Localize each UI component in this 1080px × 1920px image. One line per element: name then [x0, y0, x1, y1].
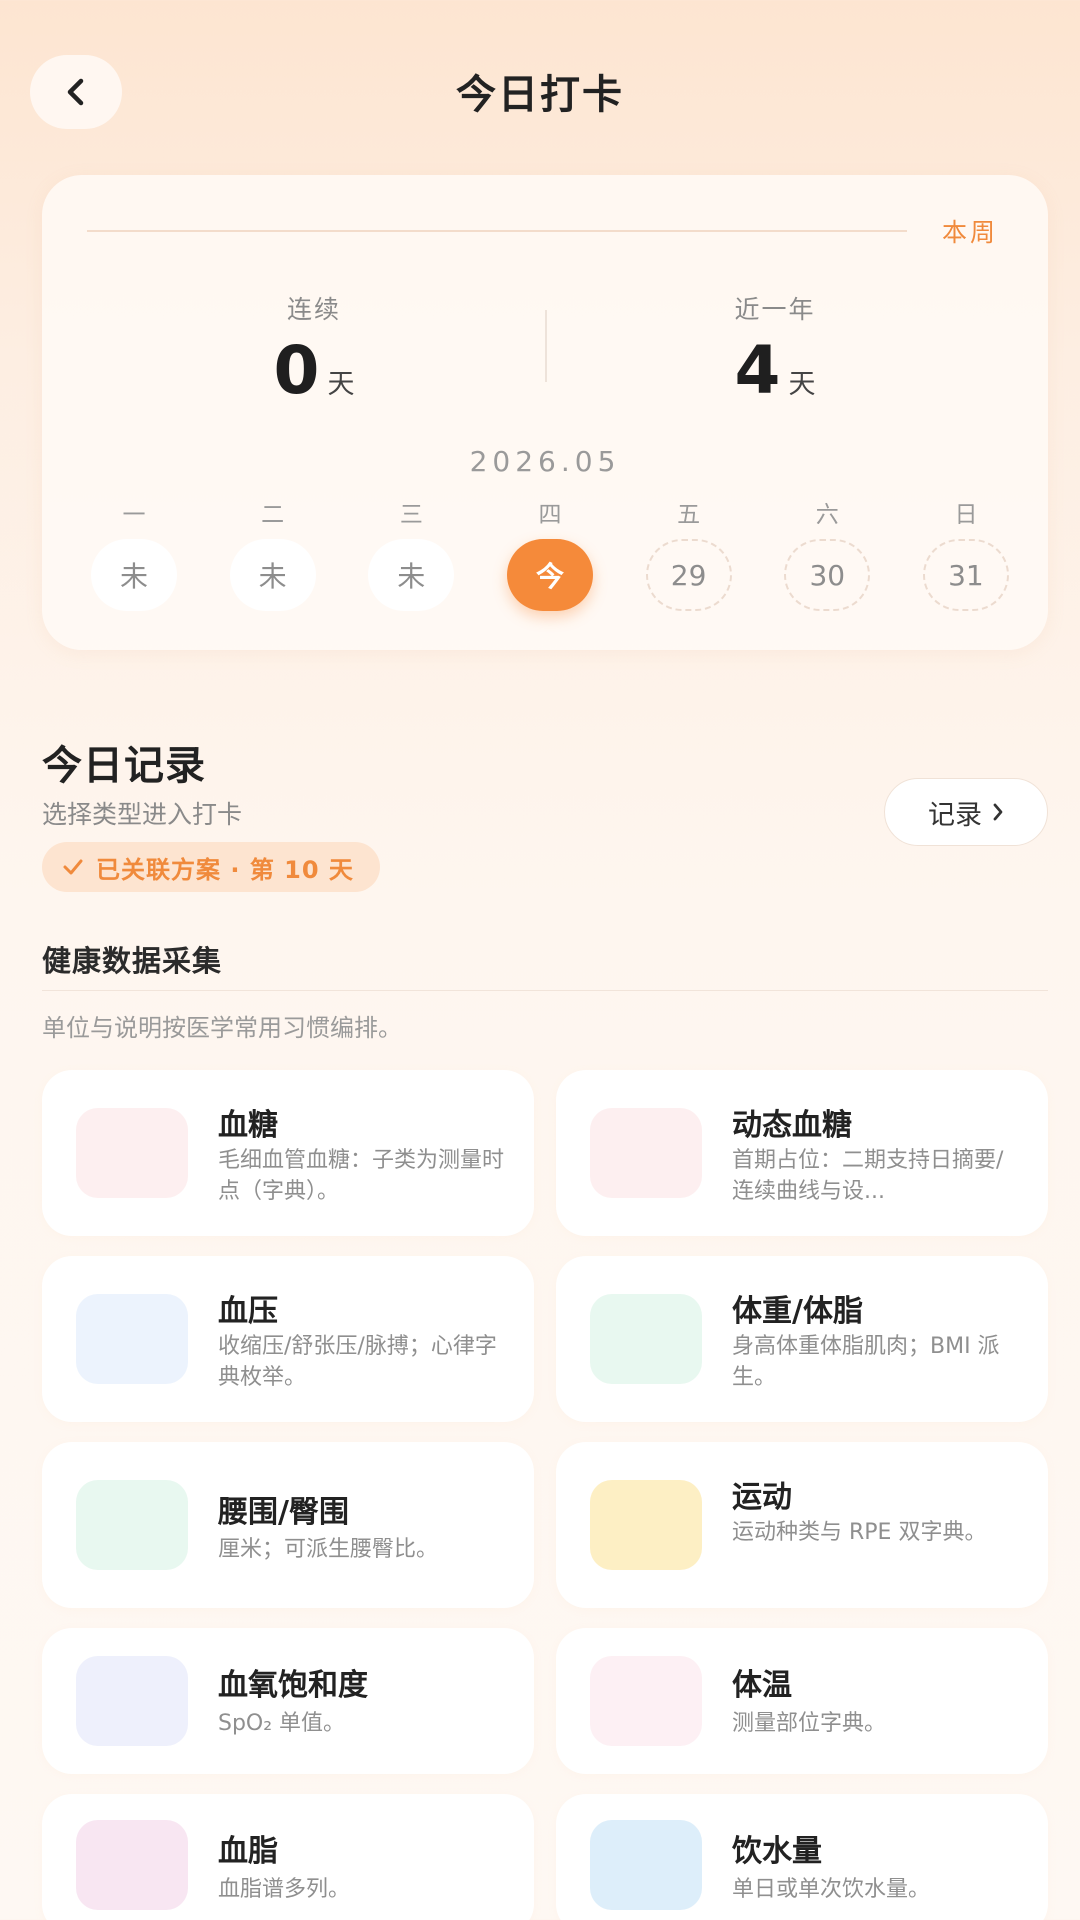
blood-lipids-icon: [76, 1820, 188, 1910]
tile-title: 动态血糖: [732, 1108, 852, 1143]
tile-desc: 身高体重体脂肌肉；BMI 派生。: [732, 1334, 1000, 1390]
chevron-right-icon: [993, 803, 1003, 821]
tile-blood-lipids[interactable]: 血脂 血脂谱多列。: [42, 1794, 534, 1920]
consecutive-stat: 连续 0 天: [164, 290, 464, 409]
month-label: 2026.05: [469, 445, 621, 478]
day-cell[interactable]: 29: [645, 539, 732, 611]
tile-blood-pressure[interactable]: 血压 收缩压/舒张压/脉搏；心律字典枚举。: [42, 1256, 534, 1422]
day-name: 一: [122, 502, 146, 528]
week-calendar: 一 未 二 未 三 未 四 今 五 29 六 30 日 31: [88, 495, 1012, 611]
blood-glucose-icon: [76, 1108, 188, 1198]
day-column: 一 未: [88, 495, 180, 611]
tile-blood-glucose[interactable]: 血糖 毛细血管血糖：子类为测量时点（字典）。: [42, 1070, 534, 1236]
day-name: 六: [815, 502, 839, 528]
streak-card: 本周 连续 0 天 近一年 4 天 2026.05 一 未 二 未 三 未 四 …: [42, 175, 1048, 650]
divider: [87, 230, 907, 232]
tile-title: 运动: [732, 1480, 792, 1515]
tile-title: 血压: [218, 1294, 278, 1329]
tile-desc: 厘米；可派生腰臀比。: [218, 1537, 439, 1562]
section-title: 健康数据采集: [42, 944, 223, 978]
tile-cgm[interactable]: 动态血糖 首期占位：二期支持日摘要/连续曲线与设...: [556, 1070, 1048, 1236]
day-name: 四: [538, 502, 562, 528]
day-cell[interactable]: 31: [922, 539, 1009, 611]
record-button-label: 记录: [928, 799, 982, 831]
tile-title: 饮水量: [732, 1834, 822, 1869]
tile-desc: 首期占位：二期支持日摘要/连续曲线与设...: [732, 1148, 1004, 1204]
year-stat: 近一年 4 天: [625, 290, 925, 409]
day-cell[interactable]: 未: [91, 539, 177, 611]
tile-water-intake[interactable]: 饮水量 单日或单次饮水量。: [556, 1794, 1048, 1920]
day-name: 三: [399, 502, 423, 528]
tile-title: 血糖: [218, 1108, 278, 1143]
day-cell[interactable]: 未: [368, 539, 455, 611]
day-cell[interactable]: 30: [784, 539, 871, 611]
cgm-icon: [590, 1108, 702, 1198]
tile-desc: SpO₂ 单值。: [218, 1711, 346, 1736]
weight-icon: [590, 1294, 702, 1384]
check-icon: [63, 859, 83, 875]
plan-badge-label: 已关联方案 · 第 10 天: [96, 855, 354, 884]
tile-weight-body-fat[interactable]: 体重/体脂 身高体重体脂肌肉；BMI 派生。: [556, 1256, 1048, 1422]
records-subtitle: 选择类型进入打卡: [42, 800, 243, 829]
day-column: 二 未: [227, 495, 319, 611]
day-name: 二: [261, 502, 285, 528]
day-name: 日: [954, 502, 978, 528]
tile-desc: 测量部位字典。: [732, 1711, 887, 1736]
page-title: 今日打卡: [456, 72, 624, 118]
header: 今日打卡: [0, 0, 1080, 180]
tile-exercise[interactable]: 运动 运动种类与 RPE 双字典。: [556, 1442, 1048, 1608]
tile-title: 腰围/臀围: [218, 1495, 349, 1530]
week-toggle[interactable]: 本周: [942, 213, 998, 249]
blood-pressure-icon: [76, 1294, 188, 1384]
tile-desc: 运动种类与 RPE 双字典。: [732, 1520, 987, 1545]
temperature-icon: [590, 1656, 702, 1746]
day-column: 四 今: [504, 495, 596, 611]
divider: [42, 990, 1048, 991]
consecutive-unit: 天: [327, 369, 355, 400]
day-column: 六 30: [781, 495, 873, 611]
exercise-icon: [590, 1480, 702, 1570]
tile-desc: 血脂谱多列。: [218, 1877, 351, 1902]
year-label: 近一年: [734, 295, 816, 324]
tile-desc: 毛细血管血糖：子类为测量时点（字典）。: [218, 1148, 505, 1204]
tile-title: 体温: [732, 1668, 792, 1703]
day-cell[interactable]: 未: [229, 539, 316, 611]
day-cell-today[interactable]: 今: [506, 539, 593, 611]
spo2-icon: [76, 1656, 188, 1746]
year-unit: 天: [788, 369, 816, 400]
tile-desc: 单日或单次饮水量。: [732, 1877, 931, 1902]
consecutive-label: 连续: [286, 295, 341, 324]
records-title: 今日记录: [42, 743, 206, 789]
day-column: 三 未: [365, 495, 457, 611]
section-note: 单位与说明按医学常用习惯编排。: [42, 1014, 402, 1042]
day-column: 五 29: [643, 495, 735, 611]
tile-spo2[interactable]: 血氧饱和度 SpO₂ 单值。: [42, 1628, 534, 1774]
stat-divider: [545, 310, 547, 382]
tile-title: 血脂: [218, 1834, 278, 1869]
tile-title: 体重/体脂: [732, 1294, 863, 1329]
tile-body-temperature[interactable]: 体温 测量部位字典。: [556, 1628, 1048, 1774]
waist-hip-icon: [76, 1480, 188, 1570]
plan-badge[interactable]: 已关联方案 · 第 10 天: [42, 842, 380, 892]
tile-waist-hip[interactable]: 腰围/臀围 厘米；可派生腰臀比。: [42, 1442, 534, 1608]
water-intake-icon: [590, 1820, 702, 1910]
tile-desc: 收缩压/舒张压/脉搏；心律字典枚举。: [218, 1334, 497, 1390]
day-name: 五: [677, 502, 701, 528]
year-value: 4: [734, 332, 781, 409]
consecutive-value: 0: [273, 332, 320, 409]
tile-title: 血氧饱和度: [218, 1668, 368, 1703]
record-button[interactable]: 记录: [884, 778, 1048, 846]
day-column: 日 31: [920, 495, 1012, 611]
